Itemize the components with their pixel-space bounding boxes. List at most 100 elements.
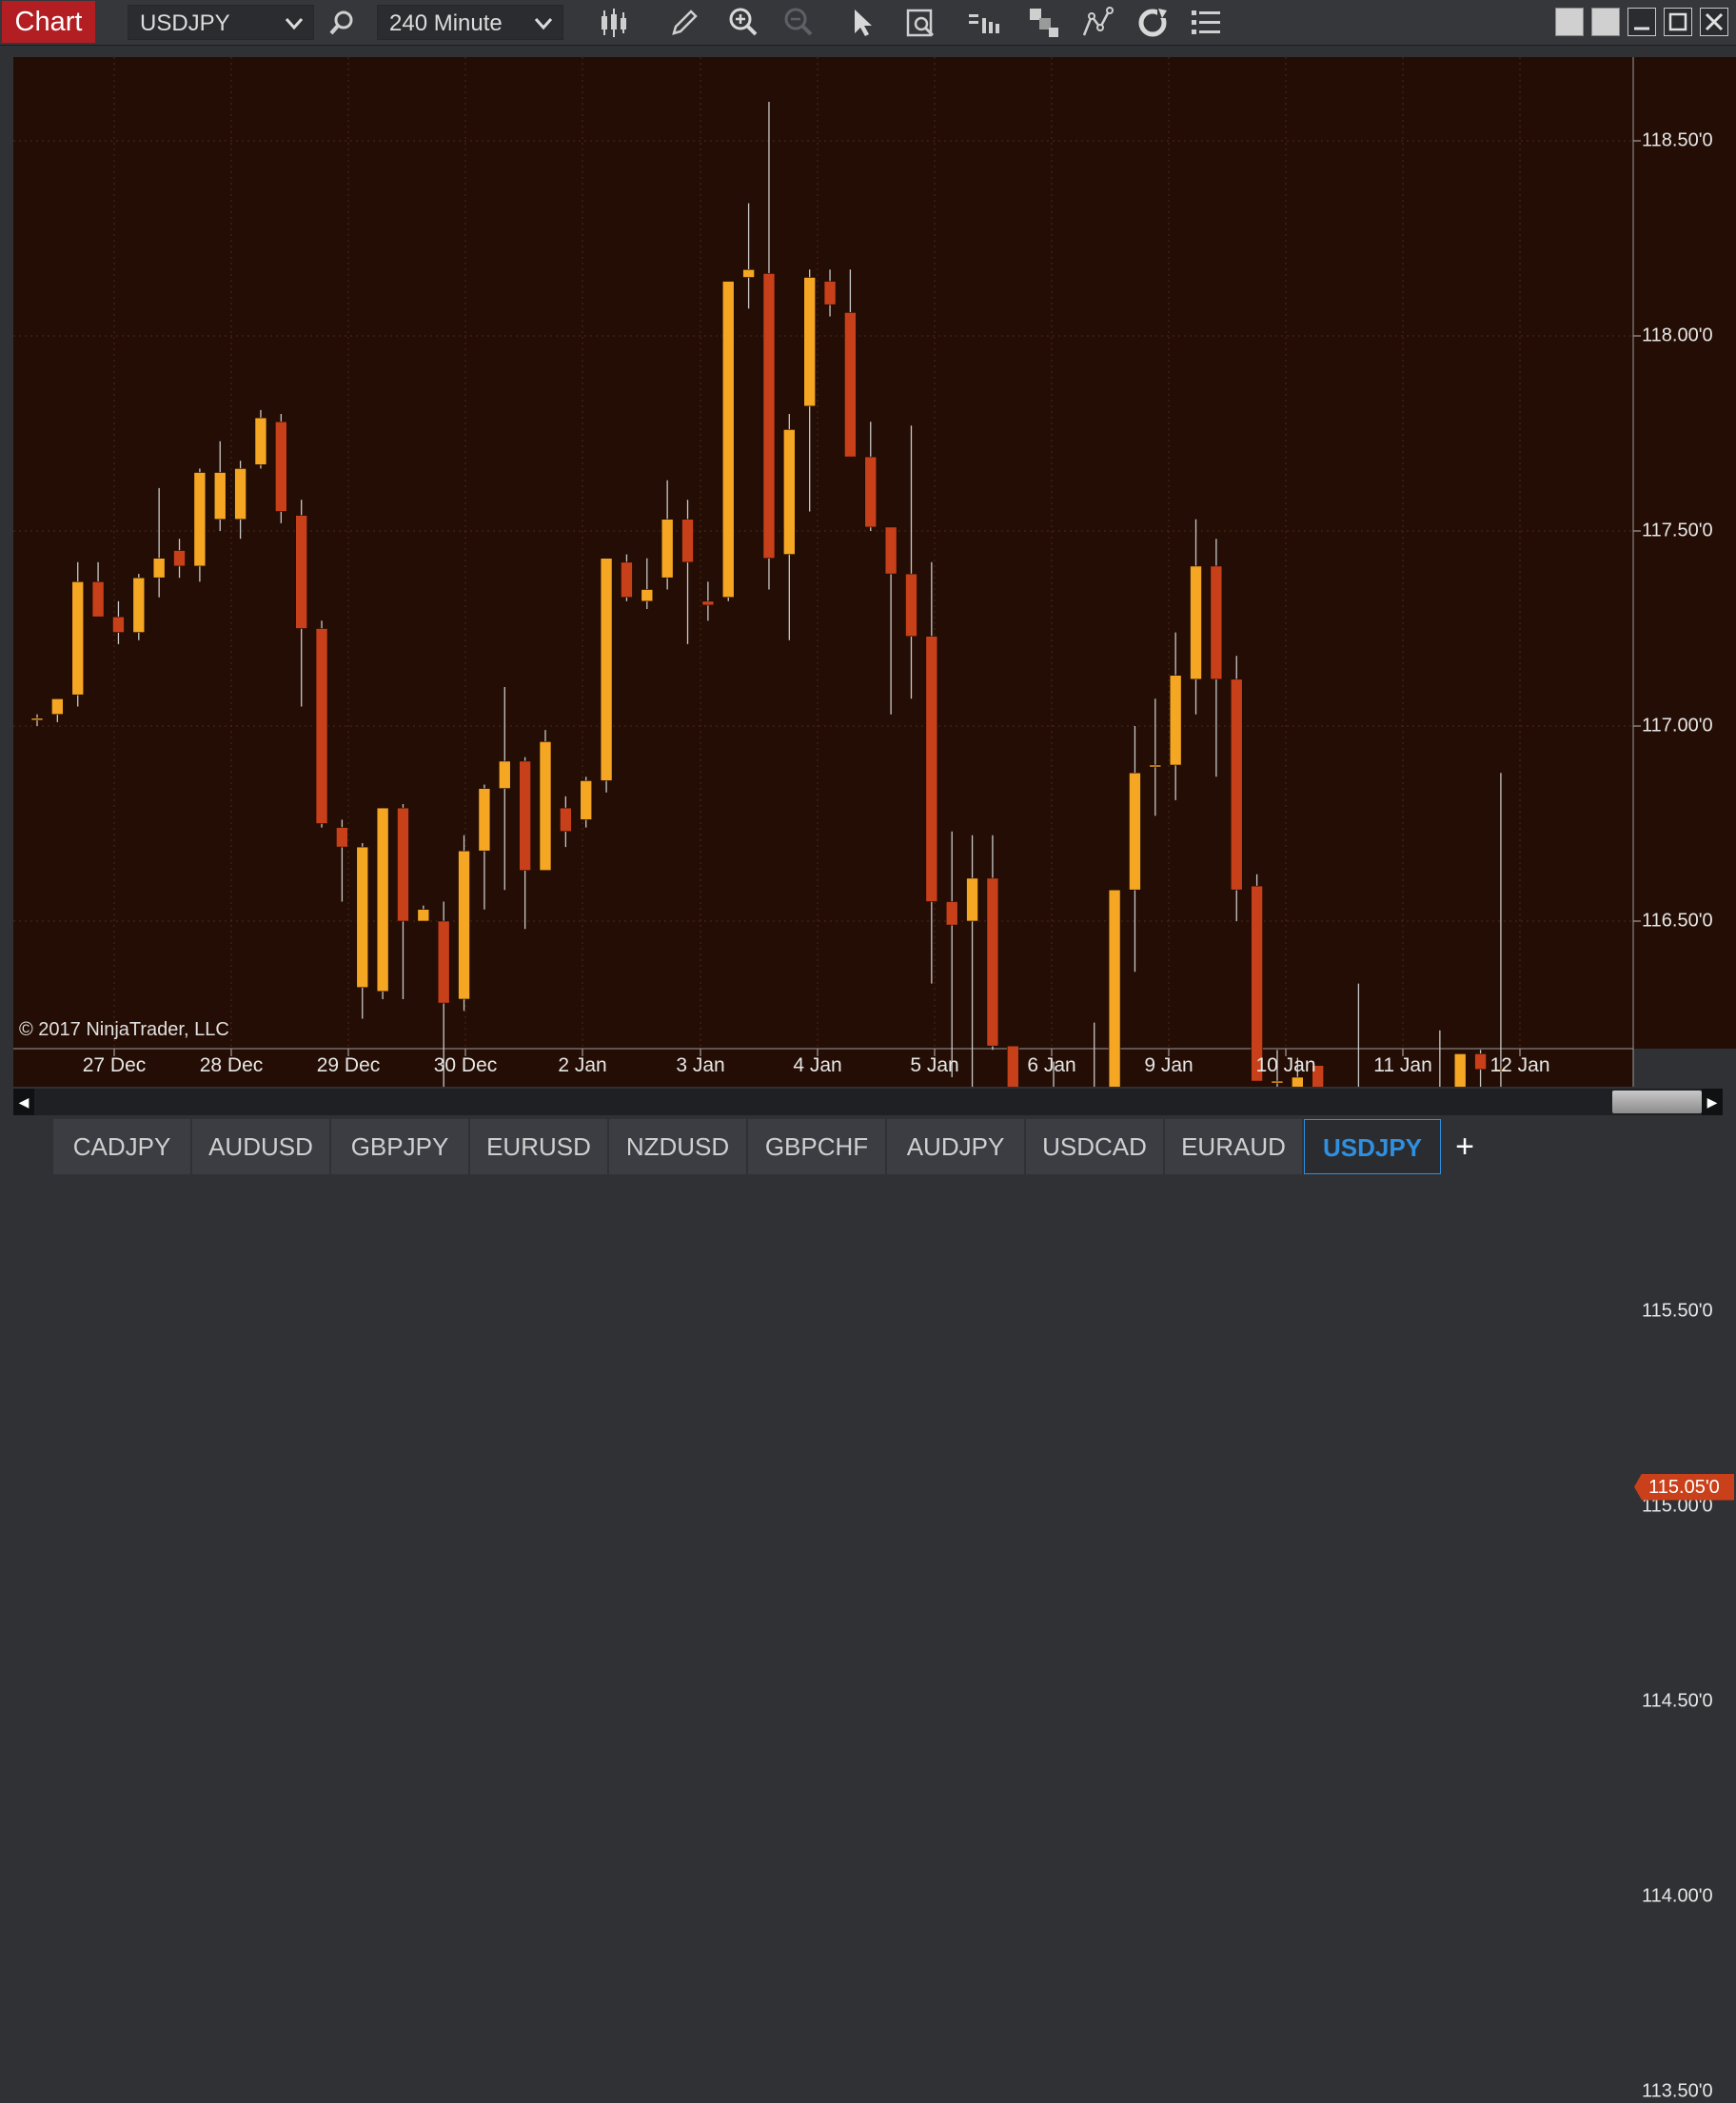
- candle: [1230, 656, 1243, 921]
- candle: [193, 468, 207, 582]
- tab-audusd[interactable]: AUDUSD: [192, 1119, 329, 1174]
- maximize-button[interactable]: [1664, 8, 1692, 36]
- candle-body-down: [844, 312, 857, 458]
- candle-body-down: [1210, 565, 1223, 680]
- candle-body-up: [1169, 675, 1182, 766]
- search-icon[interactable]: [324, 5, 360, 41]
- time-label: 11 Jan: [1373, 1054, 1432, 1076]
- candle: [783, 414, 796, 640]
- tab-eurusd[interactable]: EURUSD: [470, 1119, 607, 1174]
- candle-body-down: [112, 616, 125, 633]
- copyright-text: © 2017 NinjaTrader, LLC: [19, 1019, 229, 1040]
- candle-body-up: [193, 472, 207, 567]
- candle-body-down: [925, 636, 938, 902]
- candle-body-up: [742, 269, 755, 278]
- candle-body-down: [945, 901, 958, 926]
- interval-selector[interactable]: 240 Minute: [377, 5, 563, 40]
- price-label: 113.50'0: [1642, 2080, 1713, 2102]
- interval-value: 240 Minute: [389, 10, 503, 36]
- zoom-out-icon[interactable]: [780, 5, 817, 41]
- candle: [152, 487, 166, 598]
- tab-usdcad[interactable]: USDCAD: [1026, 1119, 1163, 1174]
- candlestick-chart[interactable]: [13, 57, 1736, 1087]
- scroll-thumb[interactable]: [1612, 1091, 1702, 1113]
- candle-body-up: [661, 519, 674, 579]
- candle-body-up: [376, 807, 389, 993]
- candles: [30, 102, 1508, 1087]
- candle-body-up: [1129, 772, 1141, 891]
- candle-body-up: [1190, 565, 1202, 680]
- candle: [132, 574, 146, 640]
- candle: [1190, 519, 1202, 715]
- data-box-icon[interactable]: [902, 5, 938, 41]
- indicator-icon[interactable]: [1079, 5, 1115, 41]
- candle-body-up: [641, 589, 654, 602]
- candle-body-down: [336, 827, 348, 848]
- tab-audjpy[interactable]: AUDJPY: [887, 1119, 1024, 1174]
- candle: [213, 441, 227, 531]
- reload-icon[interactable]: [1134, 5, 1171, 41]
- candle-body-down: [905, 573, 917, 637]
- candle-body-down: [884, 526, 898, 575]
- list-icon[interactable]: [1188, 5, 1224, 41]
- candle-body-up: [580, 780, 593, 820]
- candle: [91, 561, 105, 618]
- tab-euraud[interactable]: EURAUD: [1165, 1119, 1302, 1174]
- candle-body-up: [132, 577, 146, 633]
- candle-body-up: [458, 850, 470, 1000]
- candle: [742, 203, 755, 309]
- candle: [803, 269, 816, 512]
- candle: [1251, 874, 1263, 1082]
- price-label: 117.50'0: [1642, 520, 1713, 541]
- candle-body-up: [234, 468, 247, 520]
- bar-chart-icon[interactable]: [596, 5, 632, 41]
- instrument-selector[interactable]: USDJPY: [128, 5, 314, 40]
- candle-body-down: [519, 760, 531, 872]
- zoom-in-icon[interactable]: [725, 5, 761, 41]
- drawing-tools-icon[interactable]: [1026, 5, 1062, 41]
- candle-body-up: [417, 909, 430, 922]
- scroll-right-button[interactable]: ▶: [1702, 1089, 1723, 1115]
- pointer-icon[interactable]: [843, 5, 879, 41]
- pencil-icon[interactable]: [666, 5, 702, 41]
- candle: [681, 500, 694, 644]
- time-label: 28 Dec: [199, 1054, 264, 1076]
- tab-usdjpy[interactable]: USDJPY: [1304, 1119, 1441, 1174]
- candle: [661, 480, 674, 590]
- time-label: 4 Jan: [793, 1054, 842, 1076]
- close-button[interactable]: [1700, 8, 1728, 36]
- time-label: 6 Jan: [1027, 1054, 1076, 1076]
- scroll-left-button[interactable]: ◀: [13, 1089, 34, 1115]
- candle-body-down: [397, 807, 409, 922]
- candle-body-down: [275, 421, 287, 512]
- candle-body-down: [823, 281, 837, 305]
- cascade-window-button[interactable]: [1591, 8, 1620, 36]
- candle: [478, 784, 491, 910]
- horizontal-scrollbar[interactable]: ◀ ▶: [13, 1089, 1723, 1115]
- candle: [234, 461, 247, 540]
- time-label: 29 Dec: [316, 1054, 381, 1076]
- tab-nzdusd[interactable]: NZDUSD: [609, 1119, 746, 1174]
- tab-cadjpy[interactable]: CADJPY: [53, 1119, 190, 1174]
- candle: [519, 757, 531, 930]
- time-label: 30 Dec: [433, 1054, 498, 1076]
- candle-body-down: [1251, 885, 1263, 1082]
- candle: [51, 698, 64, 722]
- minimize-icon: [1634, 27, 1649, 30]
- tile-window-button[interactable]: [1555, 8, 1584, 36]
- candle: [539, 730, 552, 872]
- candle-body-up: [71, 580, 85, 696]
- tab-gbpjpy[interactable]: GBPJPY: [331, 1119, 468, 1174]
- candle-body-up: [30, 717, 44, 721]
- candle: [275, 414, 287, 523]
- candle-body-up: [600, 558, 613, 781]
- price-label: 115.50'0: [1642, 1300, 1713, 1322]
- candle: [295, 500, 307, 707]
- minimize-button[interactable]: [1628, 8, 1656, 36]
- candle-body-up: [966, 877, 978, 922]
- add-tab-button[interactable]: +: [1443, 1119, 1487, 1174]
- properties-icon[interactable]: [965, 5, 1001, 41]
- candle: [945, 831, 958, 1077]
- tab-gbpchf[interactable]: GBPCHF: [748, 1119, 885, 1174]
- chart-toolbar: Chart USDJPY 240 Minute: [0, 0, 1736, 46]
